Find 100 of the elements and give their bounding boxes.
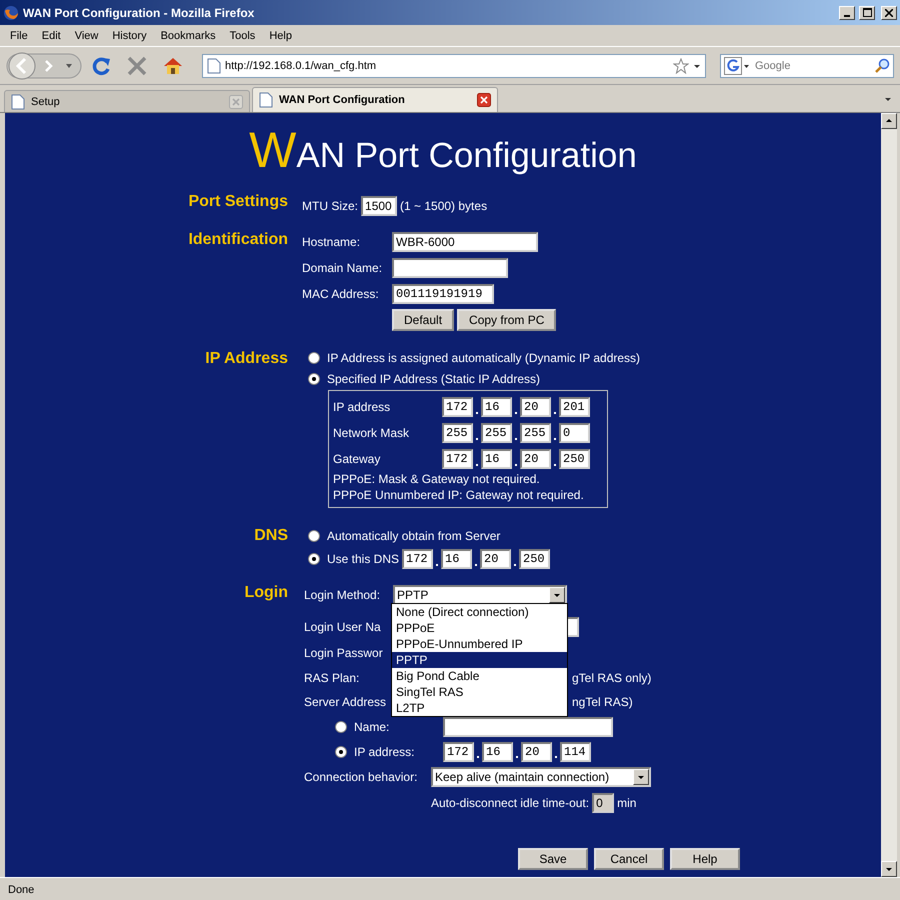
scroll-up-icon[interactable] — [885, 117, 893, 125]
menu-item[interactable]: Bookmarks — [154, 30, 224, 42]
dropdown-option[interactable]: PPPoE-Unnumbered IP — [392, 636, 567, 652]
field-label: Domain Name: — [302, 261, 384, 275]
octet-field[interactable]: 16 — [482, 742, 513, 762]
google-icon[interactable] — [724, 56, 750, 74]
field-label: RAS Plan: — [304, 671, 360, 685]
field-label: MTU Size: — [302, 199, 358, 213]
text-field[interactable] — [443, 716, 613, 736]
dot-separator — [477, 756, 479, 758]
close-icon[interactable] — [885, 8, 893, 16]
login-method-dropdown[interactable]: PPTP — [393, 585, 567, 605]
octet-field[interactable]: 20 — [520, 397, 551, 417]
action-button[interactable]: Default — [392, 309, 454, 331]
dot-separator — [516, 756, 518, 758]
menu-item[interactable]: Edit — [36, 30, 69, 42]
radio-button[interactable] — [308, 352, 320, 364]
octet-field[interactable]: 20 — [520, 449, 551, 469]
octet-field[interactable]: 114 — [560, 742, 591, 762]
field-label: Login Method: — [304, 588, 382, 602]
star-icon[interactable] — [673, 58, 689, 74]
maximize-button[interactable] — [859, 6, 875, 20]
dot-separator — [476, 412, 478, 414]
caret-icon[interactable] — [637, 773, 645, 781]
menu-item[interactable]: History — [106, 30, 155, 42]
octet-field[interactable]: 16 — [481, 449, 512, 469]
menu-item[interactable]: Help — [263, 30, 300, 42]
dot-separator — [515, 438, 517, 440]
note-text: gTel RAS only) — [572, 671, 652, 685]
connection-dropdown[interactable]: Keep alive (maintain connection) — [431, 767, 651, 787]
minimize-button[interactable] — [839, 6, 855, 20]
dropdown-option[interactable]: SingTel RAS — [392, 684, 567, 700]
action-button[interactable]: Help — [670, 848, 740, 870]
octet-field[interactable]: 0 — [559, 423, 590, 443]
radio-button[interactable] — [335, 720, 347, 732]
dropdown-option[interactable]: PPTP — [392, 652, 567, 668]
mtu-field[interactable]: 1500 — [361, 196, 398, 216]
caret-icon[interactable] — [553, 591, 561, 599]
radio-button[interactable] — [308, 530, 320, 542]
tab-close-icon[interactable] — [477, 93, 491, 107]
radio-button[interactable] — [308, 553, 320, 565]
octet-field[interactable]: 172 — [443, 742, 474, 762]
dot-separator — [515, 412, 517, 414]
octet-field[interactable]: 250 — [519, 549, 550, 569]
firefox-icon — [3, 4, 19, 20]
octet-field[interactable]: 16 — [481, 397, 512, 417]
back-forward-buttons-drawing[interactable] — [6, 50, 84, 82]
octet-field[interactable]: 172 — [442, 449, 473, 469]
octet-field[interactable]: 172 — [402, 549, 434, 569]
unit-label: min — [617, 796, 636, 810]
octet-field[interactable]: 250 — [559, 449, 590, 469]
title-initial: W — [249, 121, 296, 179]
octet-field[interactable]: 20 — [480, 549, 512, 569]
field-label: MAC Address: — [302, 287, 380, 301]
field-hint: (1 ~ 1500) bytes — [400, 199, 488, 213]
action-button[interactable]: Save — [518, 848, 588, 870]
octet-field[interactable]: 255 — [442, 423, 473, 443]
search-bar[interactable]: Google — [720, 54, 894, 78]
octet-field[interactable]: 16 — [441, 549, 472, 569]
timeout-field[interactable]: 0 — [592, 793, 614, 813]
action-button[interactable]: Copy from PC — [457, 309, 556, 331]
radio-button[interactable] — [308, 372, 320, 384]
menu-item[interactable]: View — [68, 30, 106, 42]
radio-label: Use this DNS — [327, 552, 400, 566]
dropdown-option[interactable]: None (Direct connection) — [392, 604, 567, 620]
browser-tab[interactable]: Setup — [4, 90, 250, 112]
text-field[interactable] — [392, 258, 508, 278]
reload-icon[interactable] — [90, 54, 112, 76]
dropdown-option[interactable]: PPPoE — [392, 620, 567, 636]
radio-label: IP Address is assigned automatically (Dynamic IP address) — [327, 350, 640, 364]
action-button[interactable]: Cancel — [594, 848, 664, 870]
text-field[interactable]: 001119191919 — [392, 284, 494, 304]
octet-field[interactable]: 255 — [520, 423, 551, 443]
browser-tab[interactable]: WAN Port Configuration — [252, 87, 498, 112]
maximize-icon[interactable] — [862, 8, 872, 17]
dropdown-option[interactable]: L2TP — [392, 700, 567, 716]
menu-item[interactable]: Tools — [224, 30, 264, 42]
dropdown-option[interactable]: Big Pond Cable — [392, 668, 567, 684]
close-button[interactable] — [881, 6, 897, 20]
field-label: Server Address — [304, 695, 386, 709]
radio-label: IP address: — [354, 744, 416, 758]
text-field[interactable]: WBR-6000 — [392, 232, 538, 252]
octet-field[interactable]: 201 — [559, 397, 590, 417]
octet-field[interactable]: 172 — [442, 397, 473, 417]
field-label: IP address — [333, 400, 392, 414]
note-text: ngTel RAS) — [572, 695, 633, 709]
section-heading: IP Address — [204, 350, 288, 369]
scrollbar[interactable] — [881, 113, 897, 877]
scroll-down-icon[interactable] — [885, 865, 893, 873]
field-label: Login User Na — [304, 620, 381, 634]
window-title: WAN Port Configuration - Mozilla Firefox — [23, 6, 256, 20]
field-label: Network Mask — [333, 426, 410, 440]
octet-field[interactable]: 20 — [521, 742, 552, 762]
address-bar[interactable]: http://192.168.0.1/wan_cfg.htm — [202, 54, 706, 78]
dot-separator — [475, 564, 478, 566]
field-label: Connection behavior: — [304, 770, 418, 784]
search-icon[interactable] — [874, 58, 890, 74]
menu-item[interactable]: File — [4, 30, 36, 42]
octet-field[interactable]: 255 — [481, 423, 512, 443]
radio-button[interactable] — [335, 746, 347, 758]
